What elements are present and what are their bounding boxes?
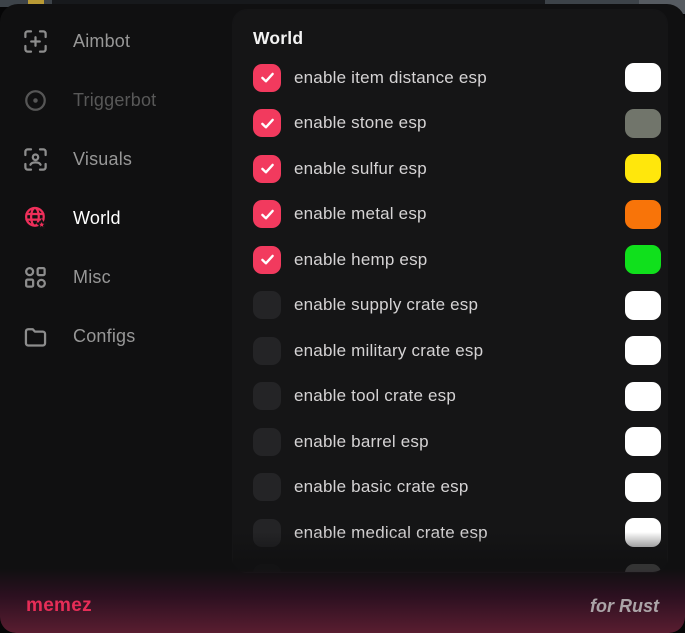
esp-option-row: enable tool crate esp [253,374,661,420]
product-tagline: for Rust [590,596,659,617]
sidebar-item-world[interactable]: World [22,199,233,237]
checkmark-icon [258,68,277,87]
esp-checkbox[interactable] [253,291,281,319]
esp-option-row: enable medical crate esp [253,510,661,556]
esp-checkbox[interactable] [253,64,281,92]
configs-folder-icon [22,323,49,350]
esp-row-label: enable barrel esp [294,432,429,452]
esp-color-swatch[interactable] [625,154,661,183]
esp-checkbox[interactable] [253,473,281,501]
visuals-person-scan-icon [22,146,49,173]
esp-checkbox[interactable] [253,200,281,228]
esp-option-row: enable barrel esp [253,419,661,465]
sidebar-item-visuals[interactable]: Visuals [22,140,233,178]
esp-checkbox[interactable] [253,337,281,365]
esp-color-swatch[interactable] [625,336,661,365]
checkmark-icon [258,205,277,224]
esp-option-row: enable military crate esp [253,328,661,374]
esp-option-row: enable sulfur esp [253,146,661,192]
esp-color-swatch[interactable] [625,109,661,138]
esp-row-label: enable supply crate esp [294,295,478,315]
misc-grid-icon [22,264,49,291]
sidebar-item-label: Configs [73,326,135,347]
esp-options-list: enable item distance esp enable stone es… [253,55,661,572]
sidebar-item-label: Triggerbot [73,90,156,111]
esp-checkbox[interactable] [253,246,281,274]
sidebar-item-aimbot[interactable]: Aimbot [22,22,233,60]
world-settings-panel: World enable item distance esp enable st… [233,10,667,572]
esp-option-row: enable item distance esp [253,55,661,101]
esp-checkbox[interactable] [253,519,281,547]
world-globe-icon [22,205,49,232]
page-title: World [253,28,661,49]
esp-color-swatch[interactable] [625,518,661,547]
sidebar-item-triggerbot[interactable]: Triggerbot [22,81,233,119]
esp-row-label: enable medical crate esp [294,523,488,543]
esp-color-swatch[interactable] [625,200,661,229]
brand-name: memez [26,595,92,617]
esp-row-label: enable basic crate esp [294,477,469,497]
esp-checkbox[interactable] [253,428,281,456]
cheat-menu-window: Aimbot Triggerbot Visuals [0,4,685,633]
esp-option-row: enable supply crate esp [253,283,661,329]
esp-option-row: enable metal esp [253,192,661,238]
esp-row-label: enable item distance esp [294,68,487,88]
triggerbot-circle-icon [22,87,49,114]
esp-row-label: enable tool crate esp [294,386,456,406]
sidebar-item-label: Aimbot [73,31,130,52]
footer-bar: memez for Rust [0,569,685,633]
sidebar: Aimbot Triggerbot Visuals [0,4,233,573]
esp-row-label: enable hemp esp [294,250,427,270]
esp-option-row: enable basic crate esp [253,465,661,511]
sidebar-item-label: World [73,208,121,229]
sidebar-item-label: Visuals [73,149,132,170]
esp-color-swatch[interactable] [625,245,661,274]
esp-row-label: enable stone esp [294,113,427,133]
esp-option-row: enable stone esp [253,101,661,147]
sidebar-item-misc[interactable]: Misc [22,258,233,296]
sidebar-item-label: Misc [73,267,111,288]
esp-checkbox[interactable] [253,155,281,183]
esp-checkbox[interactable] [253,109,281,137]
esp-checkbox[interactable] [253,382,281,410]
esp-option-row: enable hemp esp [253,237,661,283]
esp-color-swatch[interactable] [625,291,661,320]
esp-color-swatch[interactable] [625,63,661,92]
checkmark-icon [258,250,277,269]
esp-row-label: enable sulfur esp [294,159,427,179]
sidebar-item-configs[interactable]: Configs [22,317,233,355]
esp-color-swatch[interactable] [625,382,661,411]
esp-color-swatch[interactable] [625,427,661,456]
checkmark-icon [258,159,277,178]
esp-row-label: enable military crate esp [294,341,483,361]
checkmark-icon [258,114,277,133]
esp-row-label: enable metal esp [294,204,427,224]
aimbot-crosshair-icon [22,28,49,55]
esp-color-swatch[interactable] [625,473,661,502]
